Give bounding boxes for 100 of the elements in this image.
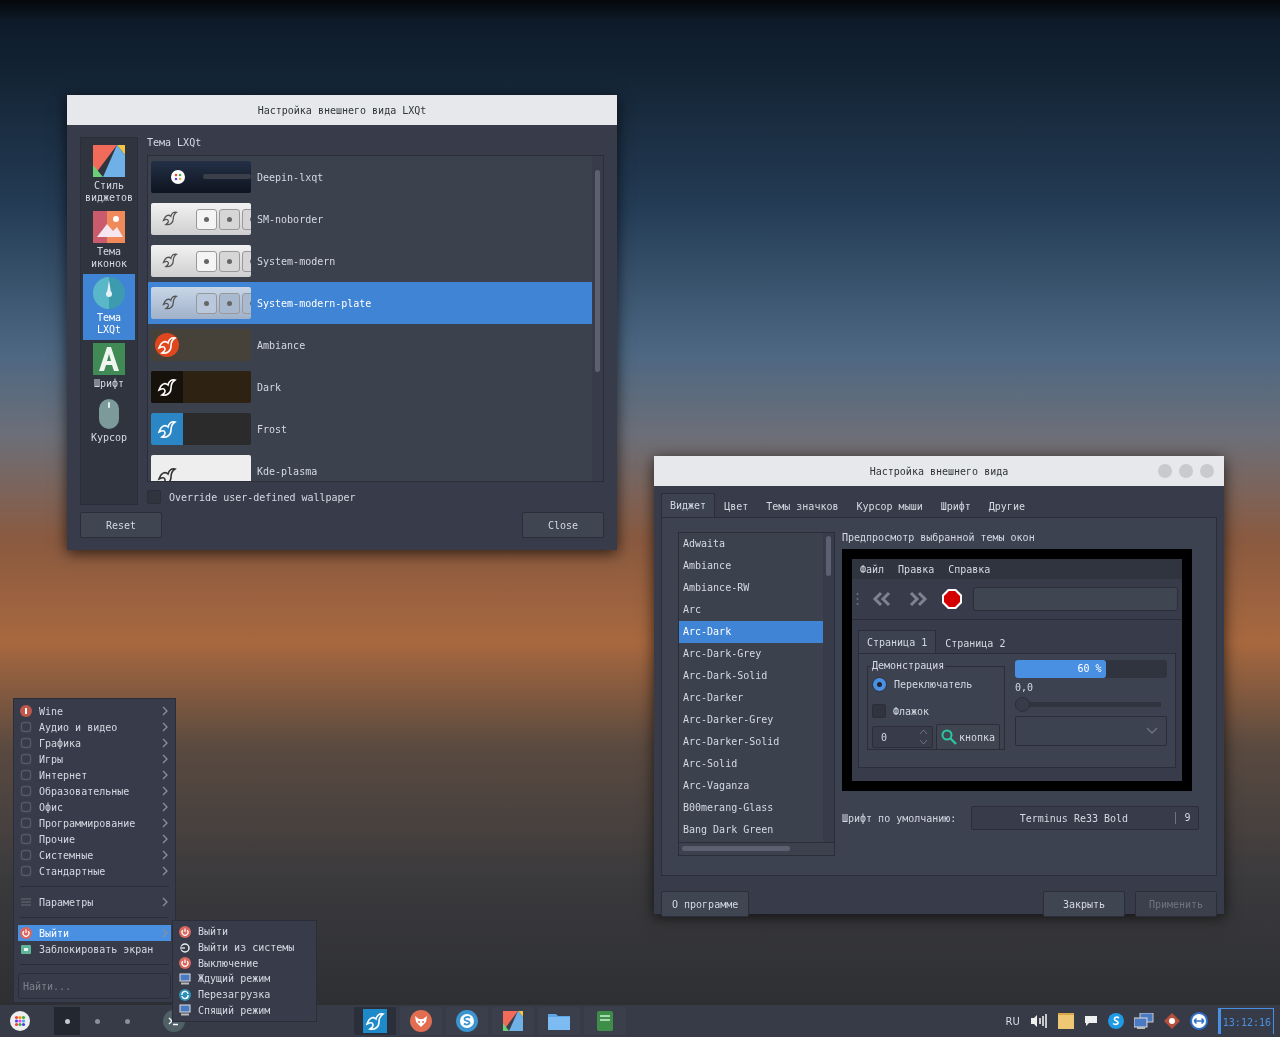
close-button[interactable]: Закрыть bbox=[1043, 891, 1125, 917]
scrollbar[interactable] bbox=[823, 533, 834, 842]
menu-item[interactable]: Выйти из системы bbox=[177, 939, 312, 956]
list-item[interactable]: Arc-Dark bbox=[679, 621, 823, 643]
list-item[interactable]: Deepin-lxqt bbox=[148, 156, 592, 198]
search-field[interactable]: Найти... bbox=[18, 973, 171, 999]
list-item[interactable]: Adwaita bbox=[679, 533, 823, 555]
sidebar-item[interactable]: Стиль виджетов bbox=[83, 142, 135, 208]
taskbar-button[interactable] bbox=[354, 1007, 396, 1035]
menu-item[interactable]: Стандартные bbox=[18, 863, 171, 879]
list-item[interactable]: Arc-Darker bbox=[679, 687, 823, 709]
list-item[interactable]: Arc-Vaganza bbox=[679, 775, 823, 797]
dropdown[interactable] bbox=[1015, 716, 1167, 746]
menu-item[interactable]: Интернет bbox=[18, 767, 171, 783]
list-item[interactable]: Bang Dark Green bbox=[679, 819, 823, 841]
menu-item[interactable]: Графика bbox=[18, 735, 171, 751]
taskbar-button[interactable] bbox=[446, 1007, 488, 1035]
menu-item[interactable]: Заблокировать экран bbox=[18, 941, 171, 957]
desktop-button[interactable] bbox=[54, 1007, 80, 1035]
list-item[interactable]: Frost bbox=[148, 408, 592, 450]
menu-item[interactable]: Выйти bbox=[177, 924, 312, 940]
sidebar-item[interactable]: Тема иконок bbox=[83, 208, 135, 274]
menu-item[interactable]: Wine bbox=[18, 703, 171, 719]
list-item[interactable]: Dark bbox=[148, 366, 592, 408]
bird-badge-icon bbox=[155, 333, 179, 357]
scrollbar-thumb[interactable] bbox=[682, 846, 790, 851]
menu-item[interactable]: Файл bbox=[860, 563, 885, 575]
bird-icon bbox=[363, 1009, 387, 1033]
maximize-button[interactable] bbox=[1179, 464, 1193, 478]
terminal-button[interactable] bbox=[160, 1007, 188, 1035]
list-item[interactable]: Ambiance-RW bbox=[679, 577, 823, 599]
address-field[interactable] bbox=[973, 587, 1178, 611]
scrollbar-thumb[interactable] bbox=[595, 170, 600, 372]
menu-item[interactable]: Программирование bbox=[18, 815, 171, 831]
menu-item[interactable]: Прочие bbox=[18, 831, 171, 847]
list-item[interactable]: SM-noborder bbox=[148, 198, 592, 240]
tab[interactable]: Страница 1 bbox=[858, 630, 937, 653]
sidebar-item[interactable]: Шрифт bbox=[83, 340, 135, 394]
menu-item[interactable]: Перезагрузка bbox=[177, 986, 312, 1003]
list-item[interactable]: Arc-Solid bbox=[679, 753, 823, 775]
list-item[interactable]: System-modern-plate bbox=[148, 282, 592, 324]
menu-item[interactable]: Аудио и видео bbox=[18, 719, 171, 735]
bird-icon bbox=[156, 418, 178, 440]
tab[interactable]: Виджет bbox=[661, 493, 716, 517]
menu-item[interactable]: Спящий режим bbox=[177, 1002, 312, 1019]
search-button[interactable]: кнопка bbox=[935, 724, 1000, 750]
radio-button[interactable] bbox=[872, 677, 887, 692]
menu-item[interactable]: Справка bbox=[948, 563, 991, 575]
menu-item[interactable]: Системные bbox=[18, 847, 171, 863]
category-icon bbox=[20, 769, 32, 781]
category-icon bbox=[20, 753, 32, 765]
menu-item[interactable]: Выключение bbox=[177, 955, 312, 971]
reset-button[interactable]: Reset bbox=[80, 512, 162, 538]
menu-item[interactable]: Образовательные bbox=[18, 783, 171, 799]
tab[interactable]: Темы значков bbox=[757, 495, 848, 517]
list-item[interactable]: System-modern bbox=[148, 240, 592, 282]
taskbar-button[interactable] bbox=[492, 1007, 534, 1035]
scrollbar[interactable] bbox=[592, 156, 603, 481]
sidebar-item[interactable]: Тема LXQt bbox=[83, 274, 135, 340]
tab[interactable]: Другие bbox=[979, 495, 1034, 517]
font-label: Шрифт по умолчанию: bbox=[842, 812, 957, 824]
taskbar-button[interactable] bbox=[584, 1007, 626, 1035]
list-item[interactable]: Arc bbox=[679, 599, 823, 621]
category-icon bbox=[20, 849, 32, 861]
tab[interactable]: Курсор мыши bbox=[847, 495, 932, 517]
close-button[interactable]: Close bbox=[522, 512, 604, 538]
logout-icon bbox=[179, 941, 191, 954]
list-item[interactable]: B00merang-Glass bbox=[679, 797, 823, 819]
list-item[interactable]: Ambiance bbox=[148, 324, 592, 366]
list-item[interactable]: Ambiance bbox=[679, 555, 823, 577]
tab[interactable]: Страница 2 bbox=[936, 633, 1015, 653]
menu-item[interactable]: Офис bbox=[18, 799, 171, 815]
close-button[interactable] bbox=[1200, 464, 1214, 478]
sidebar-item[interactable]: Курсор bbox=[83, 394, 135, 448]
minimize-button[interactable] bbox=[1158, 464, 1172, 478]
app-grid-icon bbox=[10, 1011, 30, 1031]
menu-item[interactable]: Ждущий режим bbox=[177, 971, 312, 987]
font-picker-button[interactable]: Terminus Re33 Bold 9 bbox=[971, 806, 1200, 830]
list-item[interactable]: Arc-Dark-Solid bbox=[679, 665, 823, 687]
tab[interactable]: Цвет bbox=[715, 495, 758, 517]
menu-item[interactable]: Параметры bbox=[18, 894, 171, 910]
picture-icon bbox=[93, 211, 125, 243]
list-item[interactable]: Arc-Dark-Grey bbox=[679, 643, 823, 665]
section-title: Предпросмотр выбранной темы окон bbox=[842, 532, 1036, 545]
keyboard-layout-indicator[interactable]: RU bbox=[1005, 1015, 1020, 1027]
menu-item[interactable]: Игры bbox=[18, 751, 171, 767]
font-name: Terminus Re33 Bold bbox=[1018, 812, 1130, 824]
list-item[interactable]: Arc-Darker-Solid bbox=[679, 731, 823, 753]
tab[interactable]: Шрифт bbox=[931, 495, 980, 517]
scrollbar-thumb[interactable] bbox=[826, 536, 831, 576]
menu-item[interactable]: Правка bbox=[898, 563, 935, 575]
list-item[interactable]: Kde-plasma bbox=[148, 450, 592, 481]
category-icon bbox=[20, 817, 32, 829]
spin-box[interactable]: 0 bbox=[872, 726, 933, 748]
taskbar-button[interactable] bbox=[400, 1007, 442, 1035]
gear-diamond-icon bbox=[1163, 1013, 1180, 1029]
search-icon bbox=[940, 729, 957, 745]
list-item[interactable]: Arc-Darker-Grey bbox=[679, 709, 823, 731]
category-icon bbox=[20, 785, 32, 797]
about-button[interactable]: О программе bbox=[661, 891, 750, 917]
